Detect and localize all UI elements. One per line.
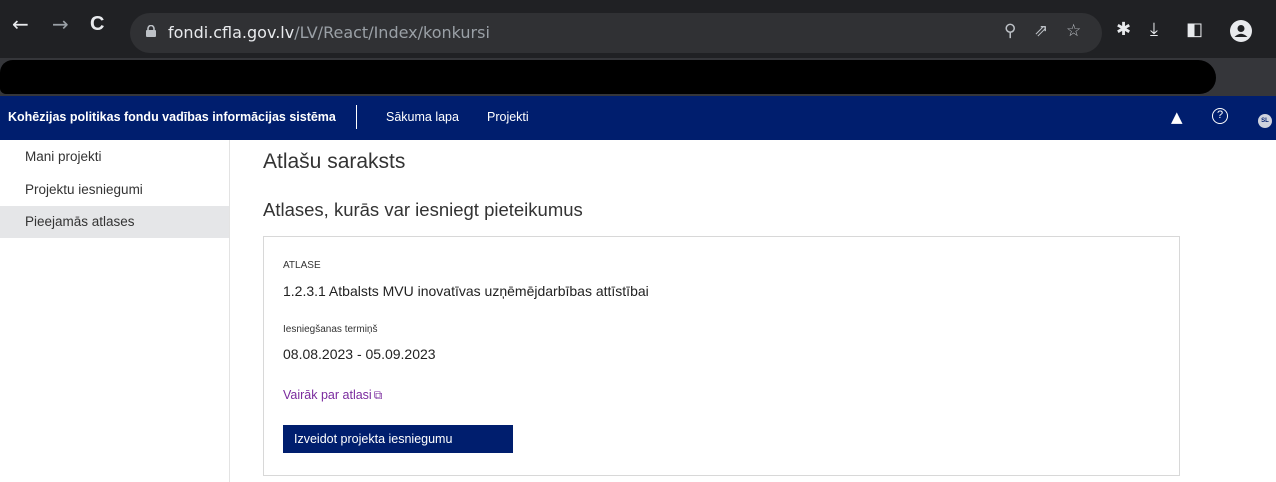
deadline-value: 08.08.2023 - 05.09.2023 [283, 346, 436, 362]
deadline-label: Iesniegšanas termiņš [283, 324, 378, 335]
sidebar-item-project-applications[interactable]: Projektu iesniegumi [0, 174, 229, 206]
sidebar-item-my-projects[interactable]: Mani projekti [0, 141, 229, 173]
sidebar: Mani projekti Projektu iesniegumi Pieeja… [0, 140, 230, 482]
more-about-call-label: Vairāk par atlasi [283, 388, 372, 402]
create-application-button[interactable]: Izveidot projekta iesniegumu [283, 425, 513, 453]
app-header: Kohēzijas politikas fondu vadības inform… [0, 96, 1276, 140]
sidebar-item-available-calls[interactable]: Pieejamās atlases [0, 206, 229, 238]
forward-icon[interactable]: → [52, 14, 69, 34]
page-title: Atlašu saraksts [263, 150, 406, 173]
atlase-label: ATLASE [283, 260, 321, 271]
lock-icon [146, 25, 156, 37]
warning-icon[interactable]: ▲ [1171, 108, 1183, 126]
user-avatar[interactable]: SL [1258, 114, 1272, 128]
section-title: Atlases, kurās var iesniegt pieteikumus [263, 199, 583, 220]
profile-avatar-icon[interactable] [1230, 20, 1252, 42]
download-icon[interactable]: ⤓ [1150, 21, 1158, 39]
external-link-icon: ⧉ [373, 388, 383, 402]
side-panel-icon[interactable]: ◧ [1186, 21, 1203, 39]
url-path: /LV/React/Index/konkursi [294, 23, 490, 42]
nav-projects-link[interactable]: Projekti [487, 110, 529, 124]
more-about-call-link[interactable]: Vairāk par atlasi ⧉ [283, 388, 382, 403]
nav-home-link[interactable]: Sākuma lapa [386, 110, 459, 124]
address-bar[interactable]: fondi.cfla.gov.lv/LV/React/Index/konkurs… [130, 13, 1102, 53]
browser-toolbar: ← → C fondi.cfla.gov.lv/LV/React/Index/k… [0, 0, 1276, 58]
help-icon[interactable]: ? [1212, 108, 1228, 124]
bookmark-star-icon[interactable]: ☆ [1066, 22, 1081, 40]
header-divider [356, 105, 357, 129]
zoom-icon[interactable]: ⚲ [1004, 22, 1016, 40]
app-title[interactable]: Kohēzijas politikas fondu vadības inform… [8, 110, 336, 124]
reload-icon[interactable]: C [90, 14, 104, 34]
atlase-value: 1.2.3.1 Atbalsts MVU inovatīvas uzņēmējd… [283, 283, 649, 299]
url-host: fondi.cfla.gov.lv [168, 23, 295, 42]
back-icon[interactable]: ← [12, 14, 29, 34]
extensions-icon[interactable]: ✱ [1116, 21, 1131, 39]
share-icon[interactable]: ⇗ [1034, 22, 1048, 40]
url-text: fondi.cfla.gov.lv/LV/React/Index/konkurs… [168, 23, 490, 42]
redaction-bar [0, 60, 1216, 94]
